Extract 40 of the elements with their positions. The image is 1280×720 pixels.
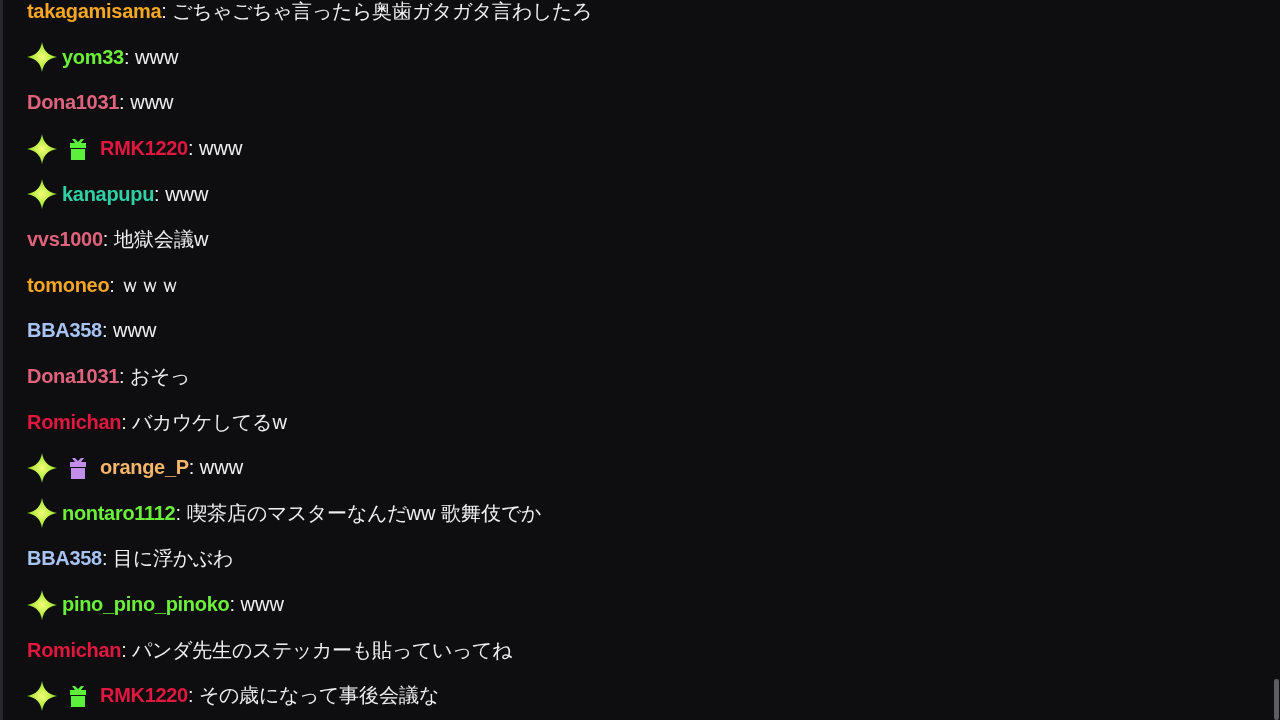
chat-message: : www <box>119 91 174 115</box>
chat-message: : 目に浮かぶわ <box>101 546 234 572</box>
chat-message: : www <box>229 593 284 616</box>
sparkle-badge-icon <box>27 42 57 73</box>
username[interactable]: Romichan <box>27 410 122 434</box>
chat-message: : www <box>101 319 157 343</box>
username[interactable]: orange_P <box>100 456 189 480</box>
username[interactable]: kanapupu <box>62 182 155 206</box>
username[interactable]: BBA358 <box>27 547 102 571</box>
username[interactable]: Romichan <box>27 638 122 662</box>
username[interactable]: Dona1031 <box>27 365 120 389</box>
chat-message: : www <box>187 137 243 161</box>
chat-message: : バカウケしてるw <box>121 409 287 435</box>
chat-message: : パンダ先生のステッカーも貼っていってね <box>121 637 513 663</box>
chat-message: : www <box>123 45 179 69</box>
chat-message: : 地獄会議w <box>102 227 209 253</box>
chat-message: : 喫茶店のマスターなんだww 歌舞伎でか <box>175 500 541 526</box>
username[interactable]: yom33 <box>62 45 124 69</box>
chat-message: : おそっ <box>119 364 191 390</box>
username[interactable]: Dona1031 <box>27 91 120 115</box>
username[interactable]: takagamisama <box>27 0 162 24</box>
username[interactable]: pino_pino_pinoko <box>62 593 230 616</box>
chat-message: : ｗｗｗ <box>109 272 181 298</box>
chat-message: : ごちゃごちゃ言ったら奥歯ガタガタ言わしたろ <box>161 0 593 25</box>
username[interactable]: tomoneo <box>27 273 110 297</box>
chat-message: : www <box>154 182 209 206</box>
sparkle-badge-icon <box>27 452 57 483</box>
username[interactable]: BBA358 <box>27 319 102 343</box>
chat-message: : その歳になって事後会議な <box>187 683 440 709</box>
username[interactable]: vvs1000 <box>27 228 103 252</box>
sparkle-badge-icon <box>27 179 57 210</box>
sparkle-badge-icon <box>27 133 57 164</box>
chat-message: : www <box>188 456 244 480</box>
username[interactable]: nontaro1112 <box>62 501 176 525</box>
sparkle-badge-icon <box>27 498 57 529</box>
username[interactable]: RMK1220 <box>100 137 188 161</box>
username[interactable]: RMK1220 <box>100 684 188 708</box>
sparkle-badge-icon <box>27 589 57 620</box>
scrollbar-thumb[interactable] <box>1274 679 1279 720</box>
sparkle-badge-icon <box>27 680 57 711</box>
